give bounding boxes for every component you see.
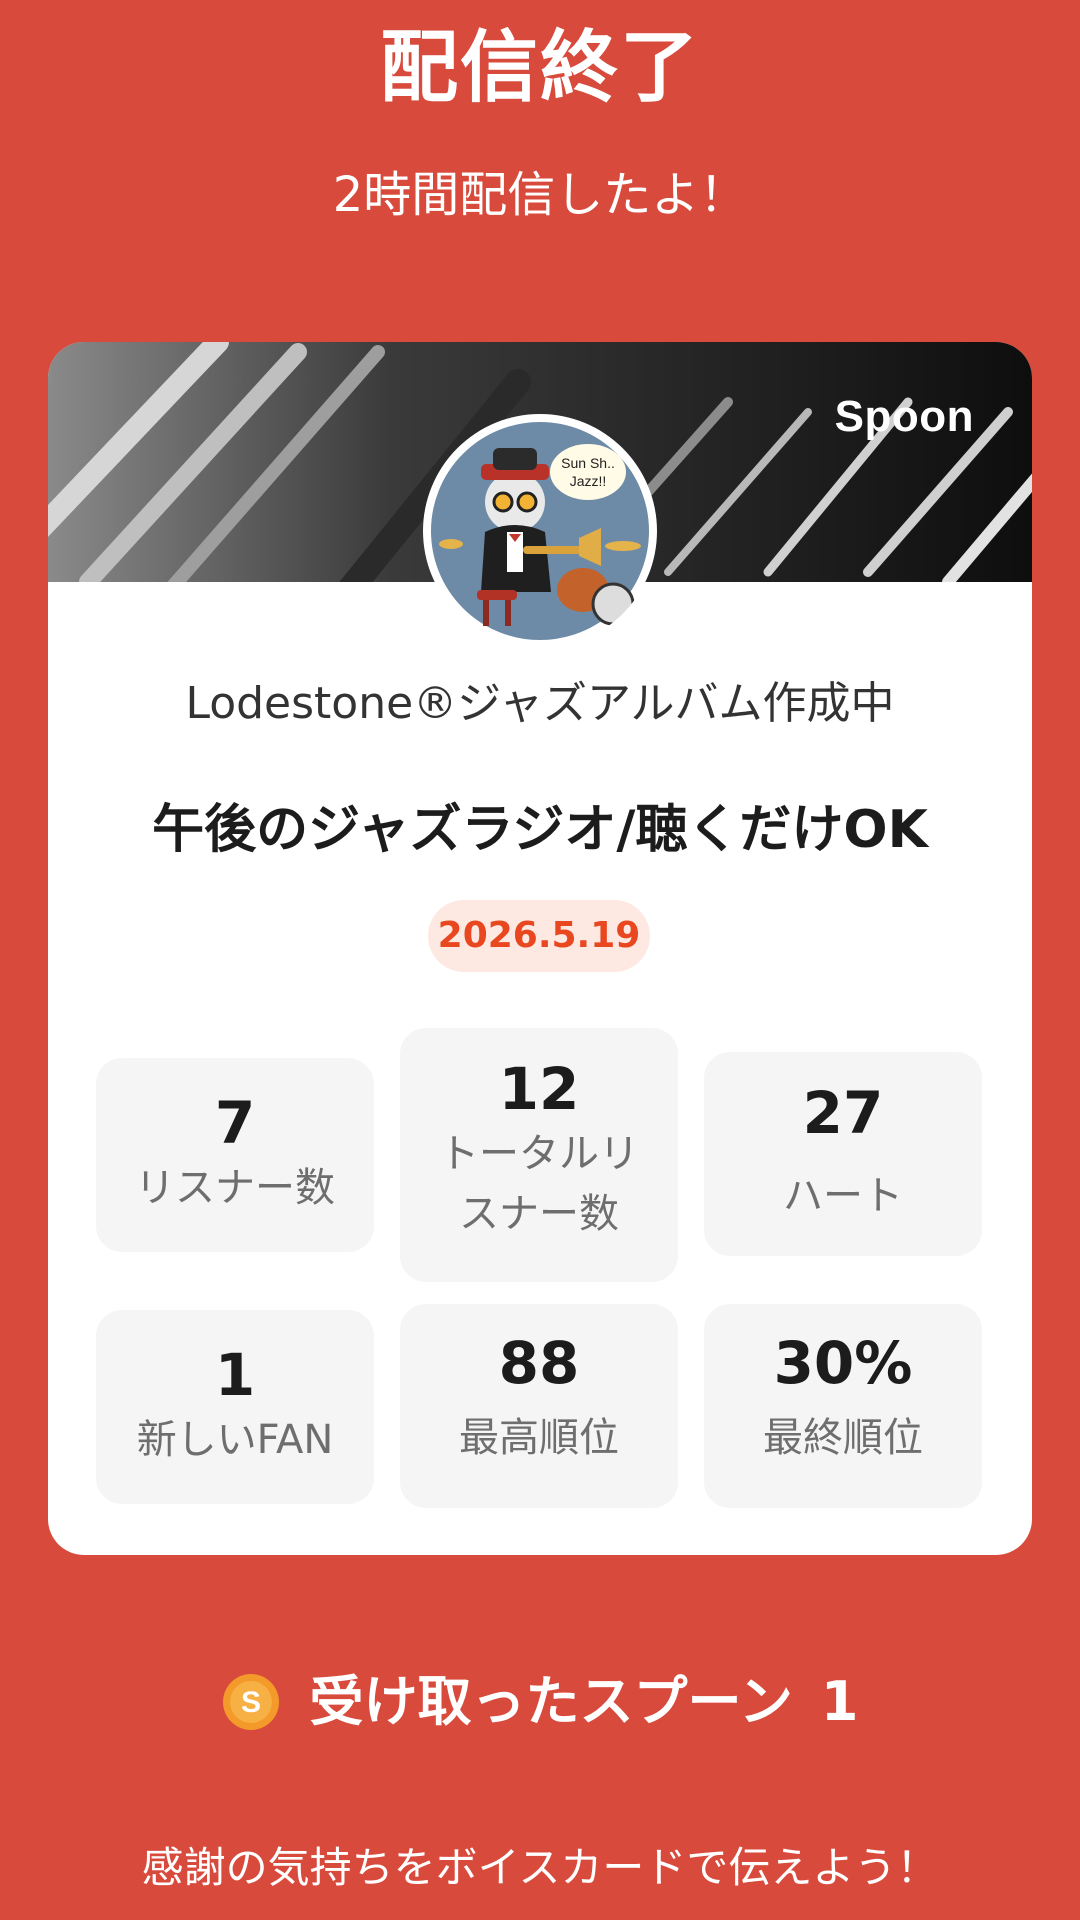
spoon-logo: Spoon bbox=[834, 392, 974, 441]
stat-new-fans: 1 新しいFAN bbox=[96, 1310, 374, 1504]
stat-value: 88 bbox=[498, 1329, 580, 1397]
stat-final-rank: 30% 最終順位 bbox=[704, 1304, 982, 1508]
stat-value: 1 bbox=[214, 1341, 256, 1409]
page-subtitle: 2時間配信したよ！ bbox=[332, 167, 748, 223]
spoon-count: 1 bbox=[820, 1670, 859, 1733]
date-badge: 2026.5.19 bbox=[428, 900, 650, 972]
show-title: 午後のジャズラジオ/聴くだけOK bbox=[152, 800, 928, 860]
cat-jazz-avatar-icon: Sun Sh.. Jazz!! bbox=[425, 416, 655, 646]
stat-hearts: 27 ハート bbox=[704, 1052, 982, 1256]
page-title: 配信終了 bbox=[379, 23, 700, 113]
stat-value: 7 bbox=[214, 1089, 256, 1157]
received-spoons: S 受け取ったスプーン 1 bbox=[0, 1665, 1080, 1739]
host-name: Lodestone®ジャズアルバム作成中 bbox=[185, 678, 895, 729]
svg-text:S: S bbox=[241, 1686, 261, 1719]
stat-value: 30% bbox=[773, 1329, 913, 1397]
stat-label: トータルリスナー数 bbox=[439, 1131, 639, 1237]
spoon-coin-icon: S bbox=[222, 1674, 279, 1730]
stat-label: 新しいFAN bbox=[136, 1417, 334, 1463]
stat-best-rank: 88 最高順位 bbox=[400, 1304, 678, 1508]
stat-label: リスナー数 bbox=[135, 1165, 335, 1211]
avatar: Sun Sh.. Jazz!! bbox=[423, 414, 657, 648]
summary-card: Spoon Sun Sh.. Jazz!! Lodestone®ジャズアルバム作… bbox=[48, 342, 1032, 1555]
stat-listeners: 7 リスナー数 bbox=[96, 1058, 374, 1252]
stat-label: 最高順位 bbox=[459, 1415, 619, 1461]
stat-value: 27 bbox=[802, 1079, 884, 1147]
svg-text:Jazz!!: Jazz!! bbox=[570, 473, 607, 489]
svg-text:Sun Sh..: Sun Sh.. bbox=[561, 455, 615, 471]
stat-label: 最終順位 bbox=[763, 1415, 923, 1461]
voice-card-message: 感謝の気持ちをボイスカードで伝えよう！ bbox=[141, 1843, 939, 1892]
stat-label: ハート bbox=[783, 1173, 903, 1219]
stat-value: 12 bbox=[498, 1055, 580, 1123]
stat-total-listeners: 12 トータルリスナー数 bbox=[400, 1028, 678, 1282]
spoon-label: 受け取ったスプーン bbox=[309, 1670, 793, 1733]
